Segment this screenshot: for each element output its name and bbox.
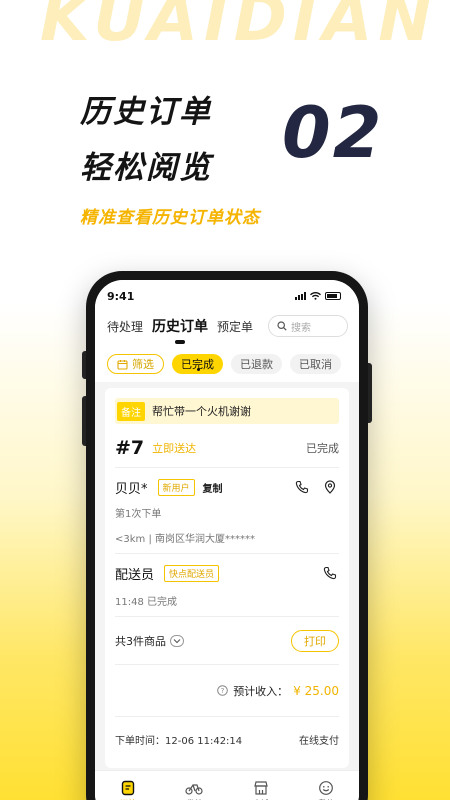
search-icon — [277, 321, 287, 331]
phone-power-button — [368, 363, 372, 423]
shop-icon — [253, 781, 268, 795]
location-icon[interactable] — [323, 480, 337, 494]
tab-reserved[interactable]: 预定单 — [217, 318, 253, 335]
remark-tag: 备注 — [117, 401, 145, 421]
battery-icon — [325, 292, 341, 300]
bottom-tabbar: 订单 发单 店铺 我的 — [95, 770, 359, 800]
chevron-down-icon[interactable] — [170, 634, 184, 647]
background-watermark: KUAIDIAN — [40, 0, 438, 56]
filter-label: 筛选 — [132, 358, 154, 371]
phone-frame: 9:41 待处理 历史订单 预定单 搜索 筛选 已完成 已退款 已取消 备注 帮… — [82, 271, 372, 800]
customer-actions — [295, 480, 337, 494]
hero-number: 02 — [282, 92, 384, 174]
chip-refunded[interactable]: 已退款 — [231, 354, 282, 374]
system-icons — [295, 292, 341, 300]
chip-completed[interactable]: 已完成 — [172, 354, 223, 374]
chip-cancelled[interactable]: 已取消 — [290, 354, 341, 374]
hero-title-line2: 轻松阅览 — [80, 150, 212, 186]
status-bar: 9:41 — [95, 280, 359, 306]
phone-mute-button — [82, 351, 86, 379]
customer-address: <3km | 南岗区华润大厦****** — [115, 534, 255, 545]
wifi-icon — [310, 292, 321, 300]
hero-subtitle: 精准查看历史订单状态 — [80, 208, 260, 228]
order-footer: 下单时间：12-06 11:42:14 在线支付 — [115, 717, 339, 761]
search-input[interactable]: 搜索 — [268, 315, 348, 337]
filter-bar: 筛选 已完成 已退款 已取消 — [95, 340, 359, 374]
income-amount: ¥ 25.00 — [293, 683, 339, 698]
order-time: 下单时间：12-06 11:42:14 — [115, 735, 243, 747]
order-header: #7 立即送达 已完成 — [115, 428, 339, 468]
order-remark: 备注 帮忙带一个火机谢谢 — [115, 398, 339, 424]
order-status: 已完成 — [306, 441, 339, 455]
app-header: 9:41 待处理 历史订单 预定单 搜索 筛选 已完成 已退款 已取消 — [95, 280, 359, 382]
courier-name: 配送员 — [115, 568, 155, 583]
tabbar-shop[interactable]: 店铺 — [253, 780, 269, 800]
courier-actions — [323, 566, 337, 580]
bike-icon — [185, 784, 203, 795]
customer-section: 贝贝* 新用户 复制 第1次下单 <3km | 南岗区华润大厦****** — [115, 468, 339, 554]
svg-text:?: ? — [221, 687, 225, 695]
courier-section: 配送员 快点配送员 11:48 已完成 — [115, 554, 339, 617]
order-tabs: 待处理 历史订单 预定单 搜索 — [95, 306, 359, 344]
goods-row: 共3件商品 打印 — [115, 617, 339, 665]
payment-method: 在线支付 — [299, 735, 339, 747]
filter-button[interactable]: 筛选 — [107, 354, 164, 374]
order-icon — [121, 780, 134, 796]
courier-time-status: 11:48 已完成 — [115, 597, 177, 608]
tabbar-orders[interactable]: 订单 — [120, 780, 136, 800]
tabbar-mine[interactable]: 我的 — [318, 780, 334, 800]
tabbar-dispatch[interactable]: 发单 — [185, 780, 203, 800]
order-card[interactable]: 备注 帮忙带一个火机谢谢 #7 立即送达 已完成 贝贝* 新用户 复制 第1次下… — [105, 388, 349, 768]
search-placeholder: 搜索 — [291, 322, 311, 334]
signal-icon — [295, 292, 306, 300]
phone-volume-button — [82, 396, 86, 446]
phone-icon[interactable] — [323, 566, 337, 580]
help-icon[interactable]: ? — [217, 685, 228, 696]
customer-order-count: 第1次下单 — [115, 509, 162, 520]
income-label: 预计收入： — [233, 684, 289, 698]
courier-badge: 快点配送员 — [164, 565, 220, 582]
remark-text: 帮忙带一个火机谢谢 — [152, 405, 251, 418]
calendar-icon — [117, 359, 128, 370]
new-user-badge: 新用户 — [157, 479, 195, 496]
copy-button[interactable]: 复制 — [203, 480, 223, 495]
print-button[interactable]: 打印 — [291, 629, 339, 652]
delivery-type: 立即送达 — [152, 441, 197, 455]
status-time: 9:41 — [107, 289, 135, 303]
phone-icon[interactable] — [295, 480, 309, 494]
tab-pending[interactable]: 待处理 — [107, 318, 143, 335]
smile-icon — [319, 781, 334, 795]
goods-count[interactable]: 共3件商品 — [115, 633, 166, 649]
customer-name: 贝贝* — [115, 482, 148, 497]
phone-screen: 9:41 待处理 历史订单 预定单 搜索 筛选 已完成 已退款 已取消 备注 帮… — [95, 280, 359, 800]
income-row: ? 预计收入： ¥ 25.00 — [115, 665, 339, 717]
hero-title-line1: 历史订单 — [80, 94, 212, 130]
tab-history[interactable]: 历史订单 — [152, 316, 208, 344]
order-number: #7 — [115, 436, 145, 459]
